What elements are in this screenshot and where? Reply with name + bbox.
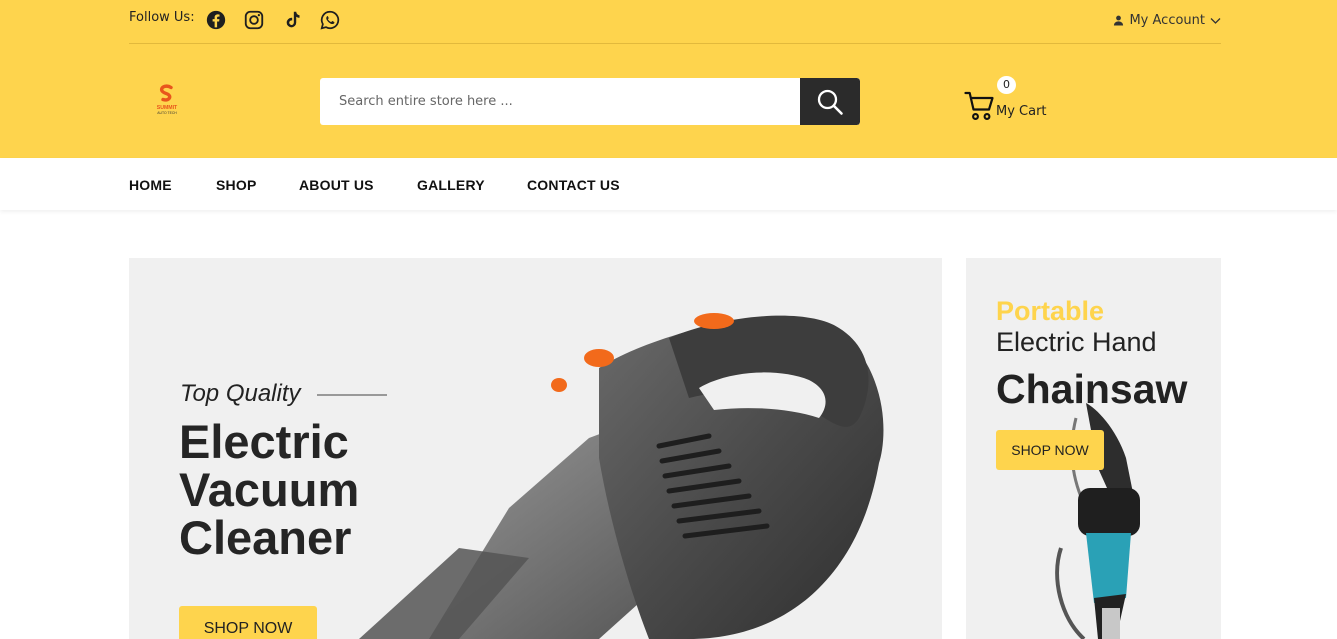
logo-tagline: AUTO TECH (157, 111, 177, 115)
nav-item-shop[interactable]: SHOP (216, 177, 256, 193)
cart-count-badge: 0 (997, 76, 1016, 94)
main-nav: HOME SHOP ABOUT US GALLERY CONTACT US (0, 158, 1337, 210)
my-account-menu[interactable]: My Account (1113, 13, 1221, 28)
banner-subtitle: Top Quality (180, 380, 301, 407)
banner-title-line-2: Vacuum (179, 463, 360, 516)
shop-now-button[interactable]: SHOP NOW (179, 606, 317, 639)
instagram-icon[interactable] (243, 9, 265, 31)
cart-button[interactable]: 0 My Cart (964, 76, 1054, 126)
search-button[interactable] (800, 78, 860, 125)
banner-subtitle: Electric Hand (996, 327, 1157, 357)
search-bar (320, 78, 860, 125)
nav-item-gallery[interactable]: GALLERY (417, 177, 485, 193)
search-input[interactable] (320, 78, 800, 125)
shop-now-button[interactable]: SHOP NOW (996, 430, 1104, 470)
banner-title-line-1: Electric (179, 415, 349, 468)
nav-item-about-us[interactable]: ABOUT US (299, 177, 374, 193)
nav-item-contact-us[interactable]: CONTACT US (527, 177, 620, 193)
nav-item-home[interactable]: HOME (129, 177, 172, 193)
search-icon (817, 89, 843, 115)
cart-icon (964, 91, 994, 120)
vacuum-cleaner-banner: Top Quality Electric Vacuum Cleaner SHOP… (129, 258, 942, 639)
site-logo[interactable]: SUMMIT AUTO TECH (148, 82, 186, 120)
whatsapp-icon[interactable] (319, 9, 341, 31)
banner-title: Chainsaw (996, 366, 1188, 412)
chainsaw-banner: Portable Electric Hand Chainsaw SHOP NOW (966, 258, 1221, 639)
banner-highlight: Portable (996, 296, 1105, 326)
facebook-icon[interactable] (205, 9, 227, 31)
banner-title-line-3: Cleaner (179, 511, 352, 564)
header-bar: Follow Us: My Account SUMMIT AUTO TECH S… (0, 0, 1337, 158)
chevron-down-icon (1210, 17, 1221, 24)
subtitle-divider (317, 394, 387, 396)
banner-title: Electric Vacuum Cleaner (179, 418, 359, 562)
tiktok-icon[interactable] (281, 9, 303, 31)
follow-us-label: Follow Us: (129, 10, 195, 25)
cart-label: My Cart (996, 104, 1047, 119)
my-account-label: My Account (1129, 13, 1205, 28)
user-icon (1114, 15, 1124, 26)
top-strip: Follow Us: My Account (129, 0, 1221, 44)
